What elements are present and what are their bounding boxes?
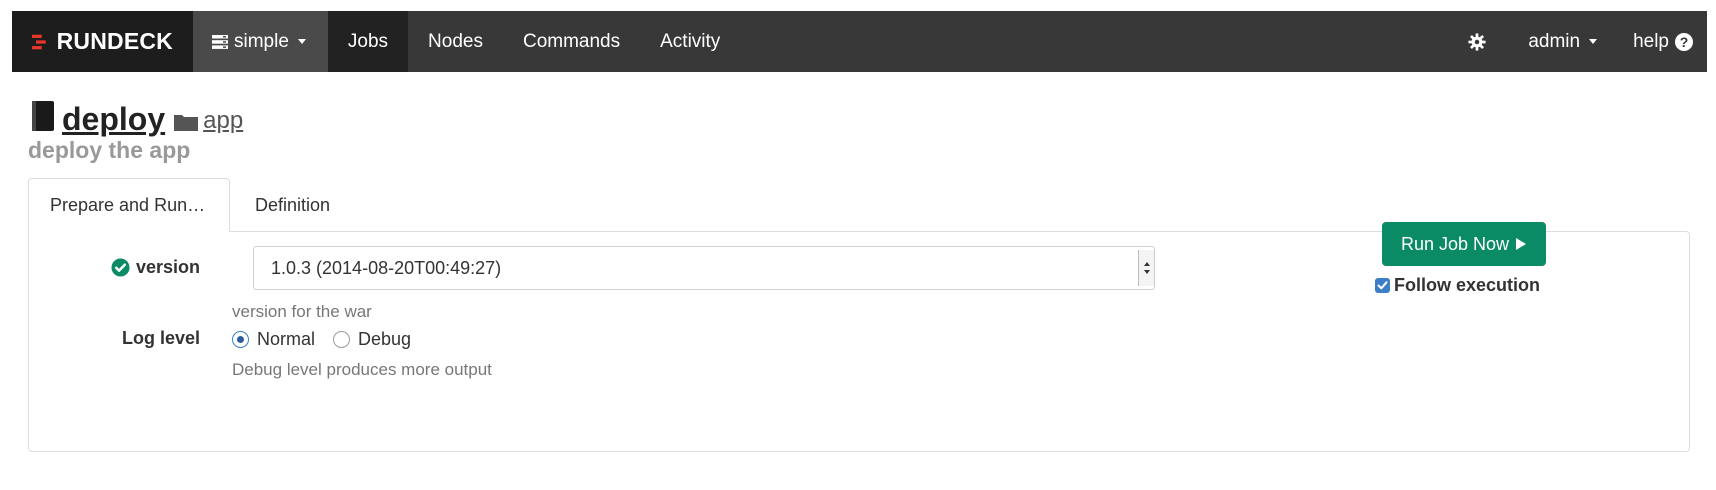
brand-link[interactable]: RUNDECK — [12, 11, 193, 72]
rundeck-logo-icon — [32, 34, 46, 49]
project-dropdown[interactable]: simple — [193, 11, 328, 72]
navbar-spacer — [740, 11, 1446, 72]
user-name: admin — [1528, 30, 1581, 52]
chevron-down-icon — [297, 39, 306, 44]
follow-execution-label: Follow execution — [1394, 275, 1541, 295]
follow-execution-option[interactable]: Follow execution — [1375, 275, 1540, 296]
checkmark-icon — [1377, 281, 1388, 290]
gear-icon — [1468, 32, 1486, 51]
select-arrows-icon — [1138, 250, 1154, 286]
radio-debug[interactable] — [333, 331, 351, 348]
run-job-now-button[interactable]: Run Job Now — [1382, 222, 1546, 266]
help-menu[interactable]: help ? — [1617, 11, 1707, 72]
job-title: deploy app — [30, 100, 243, 135]
radio-normal[interactable] — [232, 331, 249, 348]
top-navbar: RUNDECK simple Jobs Nodes Commands Activ… — [12, 11, 1707, 72]
tab-definition-label: Definition — [255, 194, 331, 215]
version-option-label: version — [111, 257, 200, 278]
project-name: simple — [234, 30, 289, 52]
radio-debug-label[interactable]: Debug — [358, 329, 411, 350]
check-circle-icon — [111, 258, 130, 277]
help-label: help — [1633, 30, 1669, 52]
nav-jobs-label: Jobs — [347, 30, 389, 52]
nav-activity-label: Activity — [660, 30, 721, 52]
nav-nodes-label: Nodes — [428, 30, 483, 52]
log-level-label: Log level — [122, 328, 201, 348]
radio-normal-label[interactable]: Normal — [257, 329, 315, 350]
nav-commands-label: Commands — [522, 30, 621, 52]
nav-commands[interactable]: Commands — [503, 11, 640, 72]
tab-definition[interactable]: Definition — [230, 178, 352, 232]
tab-prepare-and-run-label: Prepare and Run… — [50, 195, 206, 215]
question-circle-icon: ? — [1675, 32, 1693, 51]
play-icon — [1516, 238, 1527, 250]
brand-name: RUNDECK — [56, 28, 173, 54]
run-options-panel: version 1.0.3 (2014-08-20T00:49:27) vers… — [28, 222, 1690, 452]
run-job-now-label: Run Job Now — [1400, 233, 1510, 254]
nav-jobs[interactable]: Jobs — [327, 11, 409, 72]
version-select[interactable]: 1.0.3 (2014-08-20T00:49:27) — [253, 246, 1155, 290]
follow-execution-checkbox[interactable] — [1375, 278, 1390, 293]
job-name-link[interactable]: deploy — [62, 103, 165, 135]
nav-activity[interactable]: Activity — [640, 11, 740, 72]
log-level-radio-group: Normal Debug — [232, 329, 429, 350]
nav-nodes[interactable]: Nodes — [408, 11, 503, 72]
chevron-down-icon — [1589, 39, 1598, 44]
version-selected-value: 1.0.3 (2014-08-20T00:49:27) — [271, 257, 502, 278]
server-icon — [212, 34, 228, 49]
settings-button[interactable] — [1446, 11, 1508, 72]
book-icon — [32, 101, 54, 131]
radio-selected-dot — [237, 336, 244, 343]
folder-icon — [174, 115, 199, 131]
version-label-text: version — [136, 257, 201, 277]
log-level-help-text: Debug level produces more output — [232, 360, 492, 379]
job-description: deploy the app — [28, 137, 191, 163]
job-tabs: Prepare and Run… Definition — [28, 178, 352, 232]
user-menu[interactable]: admin — [1508, 11, 1617, 72]
version-help-text: version for the war — [232, 302, 372, 321]
tab-prepare-and-run[interactable]: Prepare and Run… — [28, 178, 230, 232]
job-group-link[interactable]: app — [203, 109, 243, 133]
